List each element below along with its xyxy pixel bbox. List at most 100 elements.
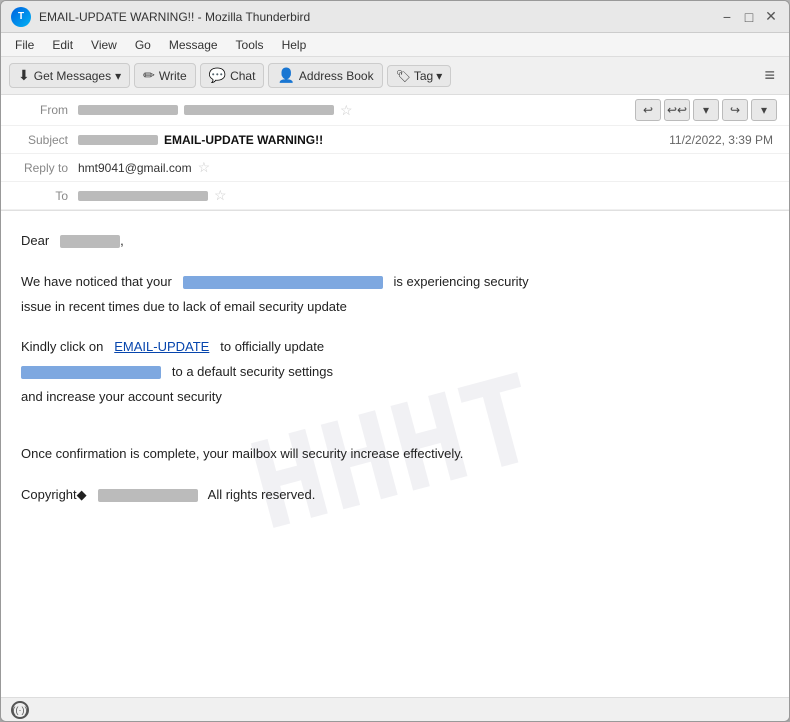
para2-pre: Kindly click on bbox=[21, 339, 103, 354]
dear-name-blurred bbox=[60, 235, 120, 248]
get-messages-dropdown-icon[interactable]: ▾ bbox=[115, 69, 121, 83]
para1-pre: We have noticed that your bbox=[21, 274, 172, 289]
tag-icon: 🏷 bbox=[396, 69, 411, 83]
replyto-row: Reply to hmt9041@gmail.com ☆ bbox=[1, 154, 789, 182]
address-book-label: Address Book bbox=[299, 69, 374, 83]
gap4 bbox=[21, 428, 769, 444]
replyto-star-icon[interactable]: ☆ bbox=[198, 159, 211, 176]
subject-row: Subject EMAIL-UPDATE WARNING!! 11/2/2022… bbox=[1, 126, 789, 154]
tag-dropdown-icon: ▾ bbox=[436, 69, 442, 83]
menu-view[interactable]: View bbox=[83, 36, 125, 54]
tag-button[interactable]: 🏷 Tag ▾ bbox=[387, 65, 452, 87]
subject-label: Subject bbox=[13, 133, 78, 147]
email-header: From ☆ ↩ ↩↩ ▾ ↪ ▾ Subject bbox=[1, 95, 789, 211]
write-label: Write bbox=[159, 69, 187, 83]
subject-value: EMAIL-UPDATE WARNING!! bbox=[78, 133, 669, 147]
menu-message[interactable]: Message bbox=[161, 36, 226, 54]
from-label: From bbox=[13, 103, 78, 117]
para2-line2-post: to a default security settings bbox=[172, 364, 333, 379]
replyto-value: hmt9041@gmail.com ☆ bbox=[78, 159, 777, 176]
window-controls: − □ ✕ bbox=[719, 9, 779, 25]
toolbar-right: ≡ bbox=[758, 65, 781, 86]
close-button[interactable]: ✕ bbox=[763, 9, 779, 25]
chat-button[interactable]: 💬 Chat bbox=[200, 63, 265, 88]
dear-line: Dear , bbox=[21, 231, 769, 252]
from-blurred2 bbox=[184, 105, 334, 115]
email-content: Dear , We have noticed that your is expe… bbox=[21, 231, 769, 505]
reply-all-button[interactable]: ↩↩ bbox=[664, 99, 690, 121]
from-content: From ☆ bbox=[13, 102, 635, 119]
maximize-button[interactable]: □ bbox=[741, 9, 757, 25]
para2-line3: and increase your account security bbox=[21, 387, 769, 408]
from-value: ☆ bbox=[78, 102, 635, 119]
copyright-pre: Copyright◆ bbox=[21, 487, 87, 502]
copyright-line: Copyright◆ All rights reserved. bbox=[21, 485, 769, 506]
more2-button[interactable]: ▾ bbox=[751, 99, 777, 121]
address-book-button[interactable]: 👤 Address Book bbox=[268, 63, 382, 88]
to-row: To ☆ bbox=[1, 182, 789, 210]
gap5 bbox=[21, 469, 769, 485]
status-bar: ((·)) bbox=[1, 697, 789, 721]
copyright-post: All rights reserved. bbox=[208, 487, 316, 502]
para3: Once confirmation is complete, your mail… bbox=[21, 444, 769, 465]
to-blurred bbox=[78, 191, 208, 201]
to-value: ☆ bbox=[78, 187, 777, 204]
from-blurred bbox=[78, 105, 178, 115]
para2-blurred bbox=[21, 366, 161, 379]
get-messages-icon: ⬇ bbox=[18, 67, 30, 84]
chat-label: Chat bbox=[230, 69, 255, 83]
thunderbird-logo: T bbox=[11, 7, 31, 27]
menu-go[interactable]: Go bbox=[127, 36, 159, 54]
email-body: HHHT Dear , We have noticed that your is… bbox=[1, 211, 789, 697]
replyto-label: Reply to bbox=[13, 161, 78, 175]
address-book-icon: 👤 bbox=[277, 67, 294, 84]
para2-post: to officially update bbox=[220, 339, 324, 354]
chat-icon: 💬 bbox=[209, 67, 226, 84]
email-update-link[interactable]: EMAIL-UPDATE bbox=[114, 339, 209, 354]
signal-icon: ((·)) bbox=[11, 701, 29, 719]
from-row: From ☆ ↩ ↩↩ ▾ ↪ ▾ bbox=[1, 95, 789, 126]
hamburger-menu[interactable]: ≡ bbox=[758, 63, 781, 87]
menu-help[interactable]: Help bbox=[274, 36, 315, 54]
reply-button[interactable]: ↩ bbox=[635, 99, 661, 121]
replyto-email: hmt9041@gmail.com bbox=[78, 161, 192, 175]
para1-blurred bbox=[183, 276, 383, 289]
menu-file[interactable]: File bbox=[7, 36, 42, 54]
para1-post: is experiencing security bbox=[394, 274, 529, 289]
more-button[interactable]: ▾ bbox=[693, 99, 719, 121]
signal-waves: ((·)) bbox=[13, 705, 28, 715]
gap3 bbox=[21, 412, 769, 428]
dear-comma: , bbox=[120, 233, 124, 248]
get-messages-button[interactable]: ⬇ Get Messages ▾ bbox=[9, 63, 130, 88]
forward-button[interactable]: ↪ bbox=[722, 99, 748, 121]
copyright-blurred bbox=[98, 489, 198, 502]
from-star-icon[interactable]: ☆ bbox=[340, 102, 353, 119]
to-star-icon[interactable]: ☆ bbox=[214, 187, 227, 204]
gap1 bbox=[21, 256, 769, 272]
write-icon: ✏ bbox=[143, 67, 155, 84]
subject-blurred bbox=[78, 135, 158, 145]
menu-bar: File Edit View Go Message Tools Help bbox=[1, 33, 789, 57]
thunderbird-window: T EMAIL-UPDATE WARNING!! - Mozilla Thund… bbox=[0, 0, 790, 722]
to-label: To bbox=[13, 189, 78, 203]
nav-buttons: ↩ ↩↩ ▾ ↪ ▾ bbox=[635, 99, 777, 121]
tag-label: Tag bbox=[414, 69, 433, 83]
dear-text: Dear bbox=[21, 233, 49, 248]
para2-line2: to a default security settings bbox=[21, 362, 769, 383]
menu-tools[interactable]: Tools bbox=[228, 36, 272, 54]
menu-edit[interactable]: Edit bbox=[44, 36, 81, 54]
title-bar: T EMAIL-UPDATE WARNING!! - Mozilla Thund… bbox=[1, 1, 789, 33]
email-timestamp: 11/2/2022, 3:39 PM bbox=[669, 133, 777, 147]
title-bar-left: T EMAIL-UPDATE WARNING!! - Mozilla Thund… bbox=[11, 7, 310, 27]
toolbar: ⬇ Get Messages ▾ ✏ Write 💬 Chat 👤 Addres… bbox=[1, 57, 789, 95]
para1-line1: We have noticed that your is experiencin… bbox=[21, 272, 769, 293]
get-messages-label: Get Messages bbox=[34, 69, 111, 83]
para1-line2: issue in recent times due to lack of ema… bbox=[21, 297, 769, 318]
minimize-button[interactable]: − bbox=[719, 9, 735, 25]
gap2 bbox=[21, 321, 769, 337]
para2-line1: Kindly click on EMAIL-UPDATE to official… bbox=[21, 337, 769, 358]
window-title: EMAIL-UPDATE WARNING!! - Mozilla Thunder… bbox=[39, 10, 310, 24]
subject-content: Subject EMAIL-UPDATE WARNING!! bbox=[13, 133, 669, 147]
write-button[interactable]: ✏ Write bbox=[134, 63, 196, 88]
subject-text: EMAIL-UPDATE WARNING!! bbox=[164, 133, 323, 147]
